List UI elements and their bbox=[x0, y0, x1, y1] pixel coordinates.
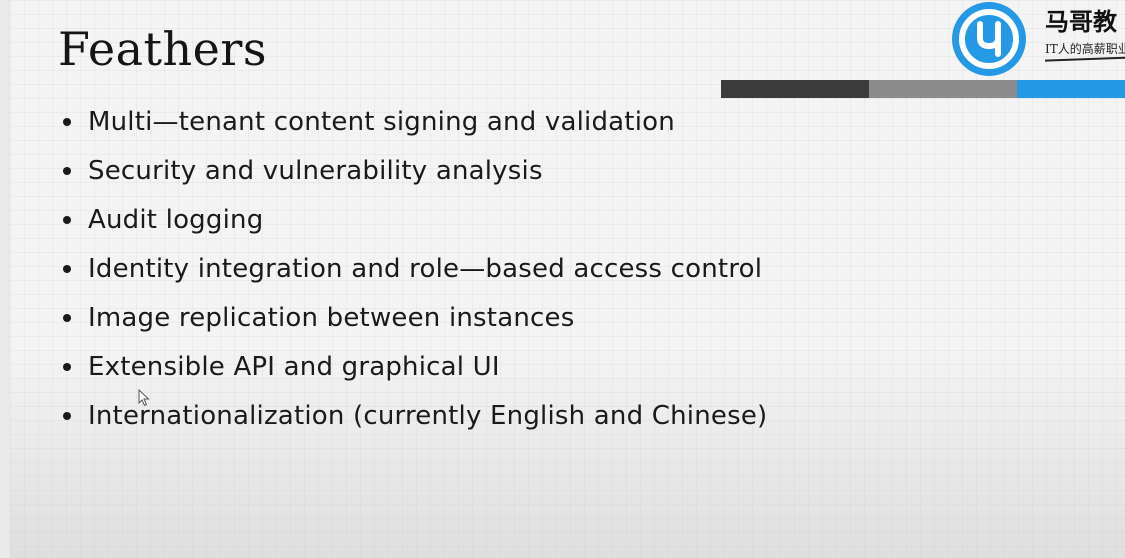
logo-name: 马哥教 bbox=[1045, 8, 1117, 36]
list-item: Identity integration and role—based acce… bbox=[60, 250, 767, 299]
bullet-icon bbox=[63, 216, 71, 224]
list-item: Audit logging bbox=[60, 201, 767, 250]
list-item-text: Image replication between instances bbox=[88, 303, 575, 333]
list-item-text: Extensible API and graphical UI bbox=[88, 352, 500, 382]
list-item: Multi—tenant content signing and validat… bbox=[60, 103, 767, 152]
bullet-icon bbox=[63, 363, 71, 371]
mouse-pointer-icon bbox=[138, 389, 150, 407]
feature-list: Multi—tenant content signing and validat… bbox=[60, 103, 767, 446]
bullet-icon bbox=[63, 118, 71, 126]
bullet-icon bbox=[63, 265, 71, 273]
list-item: Image replication between instances bbox=[60, 299, 767, 348]
header-bar-grey bbox=[869, 80, 1017, 98]
list-item-text: Security and vulnerability analysis bbox=[88, 156, 543, 186]
list-item-text: Audit logging bbox=[88, 205, 264, 235]
header-bar-dark bbox=[721, 80, 869, 98]
logo-underline bbox=[1044, 56, 1125, 62]
bullet-icon bbox=[63, 314, 71, 322]
list-item: Extensible API and graphical UI bbox=[60, 348, 767, 397]
header-bar-blue bbox=[1017, 80, 1125, 98]
list-item: Security and vulnerability analysis bbox=[60, 152, 767, 201]
bullet-icon bbox=[63, 167, 71, 175]
list-item-text: Identity integration and role—based acce… bbox=[88, 254, 763, 284]
slide: Feathers 马哥教 IT人的高薪职业 Multi—tenant conte… bbox=[10, 0, 1125, 558]
list-item-text: Internationalization (currently English … bbox=[88, 401, 768, 431]
bullet-icon bbox=[63, 412, 71, 420]
logo-tagline: IT人的高薪职业 bbox=[1045, 42, 1125, 56]
list-item-text: Multi—tenant content signing and validat… bbox=[88, 107, 675, 137]
list-item: Internationalization (currently English … bbox=[60, 397, 767, 446]
magedu-logo-icon bbox=[952, 2, 1026, 76]
slide-title: Feathers bbox=[58, 22, 267, 76]
